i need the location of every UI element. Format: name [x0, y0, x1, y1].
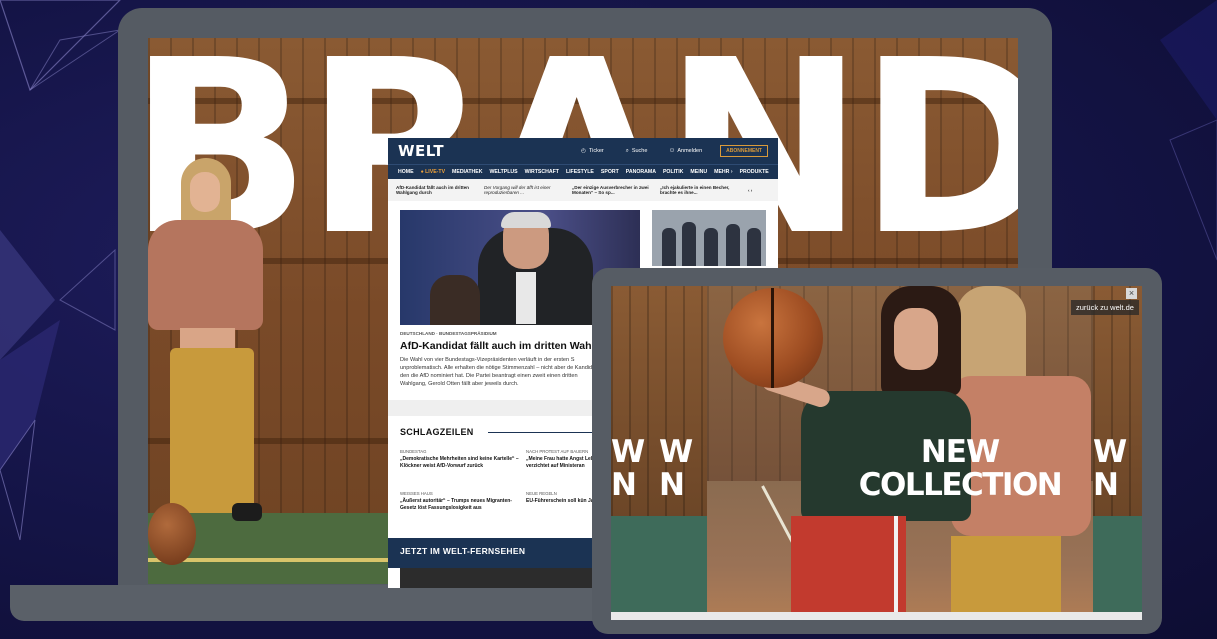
search-icon: ⌕: [625, 147, 629, 154]
person-figure: [704, 228, 718, 266]
foreground-person: [430, 275, 480, 325]
ghost-letter: W: [1093, 434, 1127, 470]
ad-right-floor: [1093, 516, 1142, 620]
headline-title: „Demokratische Mehrheiten sind keine Kar…: [400, 456, 519, 469]
ghost-letter: N: [659, 466, 685, 503]
main-article-kicker: DEUTSCHLAND · BUNDESTAGSPRÄSIDIUM: [400, 331, 497, 336]
close-icon[interactable]: ×: [1126, 288, 1137, 299]
ticker-item[interactable]: AfD-Kandidat fällt auch im dritten Wahlg…: [396, 185, 476, 195]
nav-item-live-tv[interactable]: ● LIVE-TV: [421, 169, 445, 175]
ghost-text-left: W N: [611, 434, 645, 503]
ghost-letter: N: [1093, 466, 1119, 503]
model-one-face: [894, 308, 938, 370]
nav-item-lifestyle[interactable]: LIFESTYLE: [566, 169, 594, 175]
headline-kicker: BUNDESTAG: [400, 449, 427, 454]
login-link[interactable]: ⚇ Anmelden: [669, 148, 702, 154]
ghost-text-right: W N: [1093, 434, 1127, 503]
headline-item[interactable]: BUNDESTAG „Demokratische Mehrheiten sind…: [400, 449, 520, 469]
ticker-label: Ticker: [588, 148, 604, 154]
welt-logo[interactable]: WELT: [398, 142, 444, 160]
ad-left-floor: [611, 516, 707, 620]
headline-item[interactable]: WEISSES HAUS „Äußerst autoritär“ – Trump…: [400, 491, 520, 511]
headline-kicker: WEISSES HAUS: [400, 491, 433, 496]
model-photo: [148, 158, 298, 521]
search-label: Suche: [631, 148, 648, 154]
ad-headline[interactable]: NEW COLLECTION: [707, 436, 1093, 501]
nav-item-politik[interactable]: POLITIK: [663, 169, 683, 175]
model-two-hair: [956, 286, 1026, 386]
ticker-item[interactable]: „Ich ejakulierte in einen Becher, bracht…: [660, 185, 740, 195]
nav-item-mediathek[interactable]: MEDIATHEK: [452, 169, 482, 175]
ad-headline-line2: COLLECTION: [858, 466, 1063, 503]
politician-hair: [501, 212, 551, 228]
clock-icon: ◴: [581, 148, 586, 154]
model-shoe: [232, 503, 262, 521]
nav-item-home[interactable]: HOME: [398, 169, 414, 175]
nav-item-sport[interactable]: SPORT: [601, 169, 619, 175]
tablet-screen: W N W N NEW COLLECTION W N zurück zu wel…: [611, 286, 1142, 620]
welt-header: WELT ◴ Ticker ⌕ Suche ⚇ Anmelden ABONNEM…: [388, 138, 778, 164]
ghost-text-left-2: W N: [659, 434, 693, 503]
model-hoodie: [148, 220, 263, 330]
section-title: SCHLAGZEILEN: [400, 427, 474, 437]
politician-shirt: [516, 272, 536, 324]
nav-mehr-label: MEHR: [714, 169, 730, 175]
person-figure: [726, 224, 740, 266]
nav-item-weltplus[interactable]: WELTPLUS: [489, 169, 517, 175]
abo-button[interactable]: ABONNEMENT: [720, 145, 768, 157]
main-article-headline[interactable]: AfD-Kandidat fällt auch im dritten Wahlg…: [400, 340, 620, 352]
ticker-item[interactable]: Der Vorgang will der äfft ist einer repr…: [484, 185, 564, 195]
person-figure: [682, 222, 696, 266]
nav-item-wirtschaft[interactable]: WIRTSCHAFT: [525, 169, 559, 175]
model-face: [190, 172, 220, 212]
model-midriff: [180, 328, 235, 350]
ticker-link[interactable]: ◴ Ticker: [581, 148, 604, 154]
headline-title: „Äußerst autoritär“ – Trumps neues Migra…: [400, 498, 512, 511]
model-one-pants: [791, 516, 906, 620]
nav-live-label: LIVE-TV: [425, 169, 446, 175]
welt-nav: HOME ● LIVE-TV MEDIATHEK WELTPLUS WIRTSC…: [388, 164, 778, 179]
basketball-small: [148, 503, 196, 565]
side-article-image[interactable]: [652, 210, 766, 266]
news-ticker: AfD-Kandidat fällt auch im dritten Wahlg…: [388, 179, 778, 201]
search-link[interactable]: ⌕ Suche: [626, 148, 648, 155]
model-two-pants: [951, 536, 1061, 620]
ticker-next-icon[interactable]: ‹ ›: [748, 188, 752, 193]
ticker-item[interactable]: „Der einzige Ausverbrecher in zwei Monat…: [572, 185, 652, 195]
ghost-letter: W: [611, 434, 645, 470]
tv-section-title[interactable]: JETZT IM WELT-FERNSEHEN: [400, 546, 525, 556]
nav-item-produkte[interactable]: PRODUKTE: [740, 169, 769, 175]
nav-item-panorama[interactable]: PANORAMA: [626, 169, 656, 175]
back-to-welt-link[interactable]: zurück zu welt.de: [1071, 300, 1139, 315]
login-label: Anmelden: [677, 148, 703, 154]
person-figure: [747, 228, 761, 266]
main-article-teaser: Die Wahl von vier Bundestags-Vizepräside…: [400, 357, 599, 387]
ghost-letter: N: [611, 466, 637, 503]
pants-stripe: [894, 516, 898, 620]
ghost-letter: W: [659, 434, 693, 470]
ad-bottom-bar: [611, 612, 1142, 620]
nav-item-mehr[interactable]: MEHR ›: [714, 169, 732, 175]
nav-item-meinung[interactable]: MEINU: [690, 169, 707, 175]
person-figure: [662, 228, 676, 266]
model-pants: [170, 348, 254, 513]
basketball-seam: [771, 288, 774, 388]
ad-headline-line1: NEW: [920, 434, 1000, 470]
user-icon: ⚇: [669, 148, 675, 154]
